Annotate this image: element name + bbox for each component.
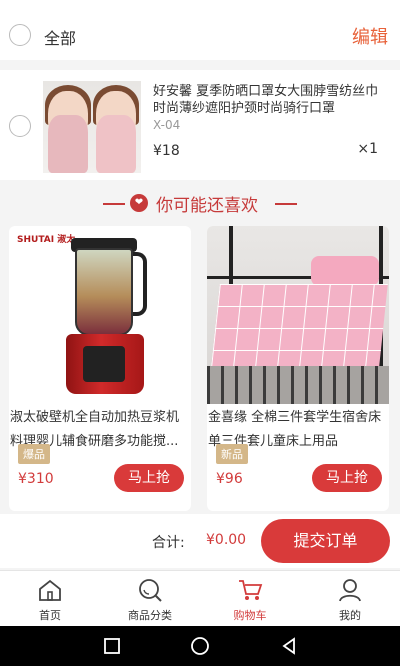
product-image-bedding[interactable] [207, 226, 389, 404]
product-price: ¥310 [18, 471, 54, 487]
user-icon [339, 579, 361, 602]
tab-profile[interactable]: 我的 [300, 571, 400, 627]
recent-apps-icon[interactable] [102, 636, 122, 656]
cart-item-title[interactable]: 好安馨 夏季防晒口罩女大围脖雪纺丝巾时尚薄纱遮阳护颈时尚骑行口罩 [153, 83, 383, 117]
edit-button[interactable]: 编辑 [352, 23, 388, 49]
product-thumbnail[interactable] [43, 81, 141, 173]
product-card[interactable]: 金喜缘 全棉三件套学生宿舍床单三件套儿童床上用品 新品 ¥96 马上抢 [207, 226, 389, 511]
system-nav-bar [0, 626, 400, 666]
cart-item-quantity: ×1 [357, 141, 378, 157]
tab-label: 首页 [39, 609, 61, 622]
cart-item-sku: X-04 [153, 118, 181, 132]
product-image-blender[interactable]: SHUTAI 淑太 [9, 226, 191, 404]
tab-label: 我的 [339, 609, 361, 622]
heart-icon: ❤ [130, 194, 148, 212]
product-card[interactable]: SHUTAI 淑太 淑太破壁机全自动加热豆浆机料理婴儿辅食研磨多功能搅... 爆… [9, 226, 191, 511]
cart-item-price: ¥18 [153, 143, 180, 159]
recommend-heading: ❤ 你可能还喜欢 [0, 190, 400, 218]
cart-item: 好安馨 夏季防晒口罩女大围脖雪纺丝巾时尚薄纱遮阳护颈时尚骑行口罩 X-04 ¥1… [0, 70, 400, 180]
cart-header: 全部 编辑 [0, 10, 400, 60]
new-badge: 新品 [216, 444, 248, 464]
tab-categories[interactable]: 商品分类 [100, 571, 200, 627]
bottom-tab-bar: 首页 商品分类 购物车 我的 [0, 570, 400, 626]
total-amount: ¥0.00 [206, 532, 247, 548]
tab-label: 商品分类 [128, 609, 172, 622]
divider-line [275, 203, 297, 205]
back-icon[interactable] [279, 636, 299, 656]
total-label: 合计: [152, 535, 185, 551]
product-price: ¥96 [216, 471, 243, 487]
divider-line [103, 203, 125, 205]
buy-now-button[interactable]: 马上抢 [312, 464, 382, 492]
buy-now-button[interactable]: 马上抢 [114, 464, 184, 492]
select-all-checkbox[interactable] [9, 24, 31, 46]
submit-order-button[interactable]: 提交订单 [261, 519, 390, 563]
recommend-title: 你可能还喜欢 [156, 196, 258, 216]
tab-label: 购物车 [233, 609, 267, 622]
status-bar [0, 0, 400, 10]
search-icon [139, 579, 162, 602]
hot-badge: 爆品 [18, 444, 50, 464]
home-circle-icon[interactable] [190, 636, 210, 656]
tab-home[interactable]: 首页 [0, 571, 100, 627]
checkout-bar: 合计: ¥0.00 提交订单 [0, 514, 400, 568]
brand-logo: SHUTAI 淑太 [17, 235, 76, 245]
tab-cart[interactable]: 购物车 [200, 571, 300, 627]
home-icon [39, 579, 61, 601]
item-checkbox[interactable] [9, 115, 31, 137]
cart-icon [239, 580, 263, 600]
select-all-label[interactable]: 全部 [44, 25, 76, 49]
